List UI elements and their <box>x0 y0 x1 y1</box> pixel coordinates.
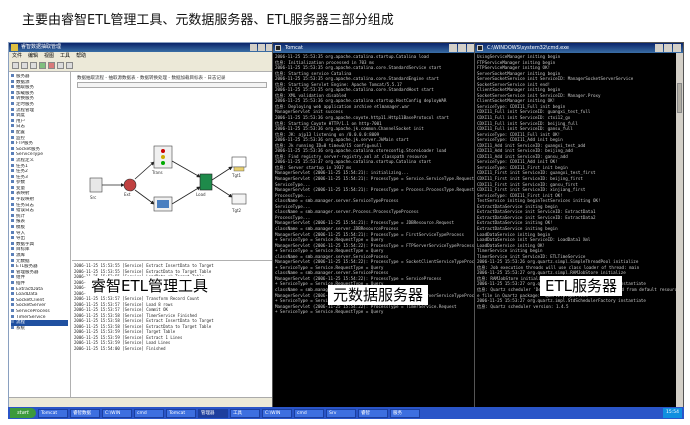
svg-text:Ext: Ext <box>124 192 131 197</box>
taskbar-item[interactable]: cmd <box>294 408 324 418</box>
toolbar[interactable] <box>9 60 275 72</box>
refresh-icon[interactable] <box>66 62 73 69</box>
console-line: ManagerServlet (2006-11-25 15:54:21): Pr… <box>275 176 475 182</box>
svg-text:Trans: Trans <box>151 170 163 175</box>
tree-node[interactable]: 系统 <box>11 326 68 332</box>
tomcat-titlebar[interactable]: Tomcat <box>273 43 477 53</box>
taskbar-item[interactable]: cmd <box>134 408 164 418</box>
taskbar-item[interactable]: 睿智数据 <box>70 408 100 418</box>
taskbar-item[interactable]: Tomcat <box>166 408 196 418</box>
etl-manager-window-title: 睿智数据抽取管理 <box>21 44 62 50</box>
etl-manager-window[interactable]: 睿智数据抽取管理 文件 编辑 视图 工具 帮助 服务器 数据源 抽取服务 加载服务 转换服务 定时… <box>8 42 276 412</box>
console-line: 信息: Quartz scheduler version: 1.4.5 <box>477 303 569 309</box>
svg-text:Tgt1: Tgt1 <box>231 173 242 178</box>
page-title: 主要由睿智ETL管理工具、元数据服务器、ETL服务器三部分组成 <box>22 13 394 28</box>
maximize-icon[interactable] <box>664 44 672 52</box>
taskbar-item[interactable]: Tomcat <box>38 408 68 418</box>
svg-text:Load: Load <box>196 192 206 197</box>
console-line: ManagerServlet (2006-11-25 15:54:22): Pr… <box>275 259 475 265</box>
menu-item[interactable]: 工具 <box>60 52 70 60</box>
system-tray-clock[interactable]: 15:54 <box>663 408 682 418</box>
window-controls[interactable] <box>449 44 475 52</box>
console-line: ManagerServlet (2006-11-25 15:54:21): Pr… <box>275 187 475 193</box>
flow-node-transform-a[interactable]: Trans <box>151 145 173 175</box>
menu-item[interactable]: 编辑 <box>28 52 38 60</box>
svg-text:Tgt2: Tgt2 <box>231 208 242 213</box>
vertical-scrollbar[interactable] <box>676 53 683 411</box>
taskbar-item[interactable]: C:\WIN <box>102 408 132 418</box>
flow-node-transform-b[interactable] <box>153 196 173 212</box>
run-icon[interactable] <box>39 62 46 69</box>
etl-manager-titlebar[interactable]: 睿智数据抽取管理 <box>9 43 275 52</box>
window-controls[interactable] <box>655 44 681 52</box>
tomcat-console-window[interactable]: Tomcat 2006-11-25 15:53:35 org.apache.ca… <box>272 42 478 412</box>
cmd-console-window[interactable]: C:\WINDOWS\system32\cmd.exe UsingService… <box>474 42 684 412</box>
flow-node-target-2[interactable]: Tgt2 <box>231 193 247 213</box>
tomcat-window-title: Tomcat <box>285 45 303 51</box>
flow-node-source[interactable]: Src <box>89 177 103 200</box>
save-icon[interactable] <box>30 62 37 69</box>
scrollbar-thumb[interactable] <box>677 83 682 113</box>
menu-item[interactable]: 视图 <box>44 52 54 60</box>
close-icon[interactable] <box>673 44 681 52</box>
stop-icon[interactable] <box>48 62 55 69</box>
flow-diagram[interactable]: Src Ext Trans Load Tgt1 Tgt2 <box>72 72 275 260</box>
window-controls[interactable] <box>250 44 273 51</box>
navigation-tree[interactable]: 服务器 数据源 抽取服务 加载服务 转换服务 定时服务 流程管理 调度 用户 日志 配置 监控 FTP服… <box>9 72 71 398</box>
etl-manager-label: 睿智ETL管理工具 <box>86 276 213 296</box>
flow-canvas[interactable]: 数据抽取流程 - 抽取源数据表 - 数据转换处理 - 数据加载目标表 - 日志记… <box>72 72 275 260</box>
zoom-icon[interactable] <box>57 62 64 69</box>
taskbar-item[interactable]: 服务 <box>390 408 420 418</box>
menu-item[interactable]: 文件 <box>12 52 22 60</box>
console-icon <box>477 45 483 51</box>
svg-text:Src: Src <box>90 195 96 200</box>
taskbar-item[interactable]: C:\WIN <box>262 408 292 418</box>
console-icon <box>275 45 281 51</box>
start-button[interactable]: start <box>10 408 36 418</box>
new-icon[interactable] <box>12 62 19 69</box>
taskbar[interactable]: start Tomcat 睿智数据 C:\WIN cmd Tomcat 管理器 工具 C:\W… <box>8 407 684 419</box>
minimize-icon[interactable] <box>655 44 663 52</box>
log-line: 2006-11-25 15:54:00 [Service] Finished <box>74 345 166 351</box>
cmd-window-title: C:\WINDOWS\system32\cmd.exe <box>487 45 569 51</box>
metadata-server-label: 元数据服务器 <box>328 285 429 305</box>
app-icon <box>11 44 18 51</box>
maximize-icon[interactable] <box>458 44 466 52</box>
taskbar-item[interactable]: 工具 <box>230 408 260 418</box>
flow-node-extract[interactable]: Ext <box>123 178 137 197</box>
flow-node-load[interactable]: Load <box>196 173 213 197</box>
minimize-icon[interactable] <box>250 44 257 51</box>
tomcat-console-output: 2006-11-25 15:53:35 org.apache.catalina.… <box>273 53 477 316</box>
taskbar-item[interactable]: Srv <box>326 408 356 418</box>
cmd-titlebar[interactable]: C:\WINDOWS\system32\cmd.exe <box>475 43 683 53</box>
maximize-icon[interactable] <box>258 44 265 51</box>
console-line: + ServiceType = Service.RequestType = Qu… <box>275 309 384 315</box>
cmd-console-output: UsingServiceManager initing begin FTPServ… <box>475 53 683 310</box>
etl-server-label: ETL服务器 <box>540 276 622 296</box>
taskbar-item[interactable]: 管理器 <box>198 408 228 418</box>
taskbar-item[interactable]: 睿智 <box>358 408 388 418</box>
flow-node-target-1[interactable]: Tgt1 <box>231 156 247 178</box>
console-line: 2006-11-25 15:53:36 org.apache.coyote.ht… <box>275 115 449 121</box>
open-icon[interactable] <box>21 62 28 69</box>
menu-item[interactable]: 帮助 <box>76 52 86 60</box>
menu-bar[interactable]: 文件 编辑 视图 工具 帮助 <box>9 52 275 60</box>
minimize-icon[interactable] <box>449 44 457 52</box>
